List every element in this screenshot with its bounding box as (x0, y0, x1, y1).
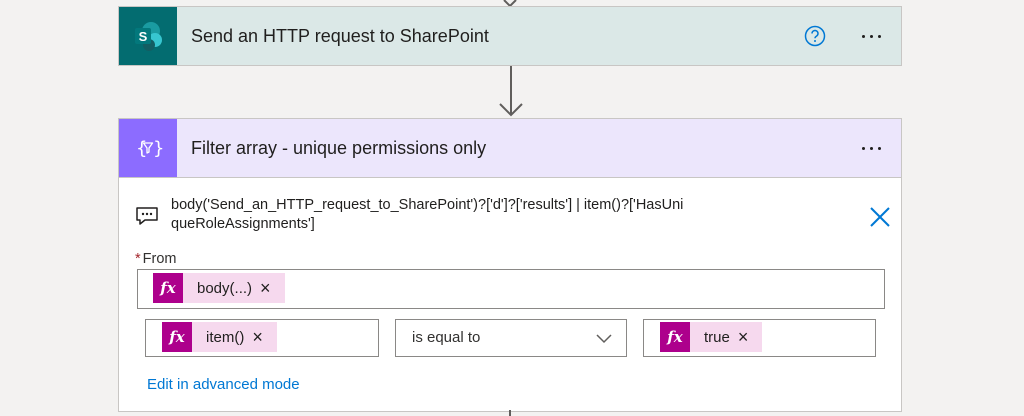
filter-array-action-card[interactable]: { } Filter array - unique permissions on… (118, 118, 902, 412)
chevron-down-icon (596, 334, 612, 344)
condition-left-input[interactable]: fx item() × (145, 319, 379, 357)
step-connector-arrow (499, 66, 523, 117)
token-label: item() (206, 328, 245, 346)
dot (877, 34, 881, 38)
token-label: true (704, 328, 730, 346)
expression-fx-icon: fx (153, 273, 183, 303)
filter-icon-brace-right: } (153, 138, 163, 159)
from-expression-token[interactable]: fx body(...) × (153, 273, 285, 303)
condition-left-token[interactable]: fx item() × (162, 322, 277, 352)
condition-operator-value: is equal to (412, 329, 481, 346)
from-label-text: From (142, 251, 177, 267)
filter-expression-text: body('Send_an_HTTP_request_to_SharePoint… (171, 197, 684, 232)
sharepoint-logo-letter: S (139, 29, 148, 44)
token-label: body(...) (197, 279, 253, 297)
sharepoint-action-title: Send an HTTP request to SharePoint (191, 25, 489, 46)
sharepoint-action-header[interactable]: S Send an HTTP request to SharePoint (119, 7, 901, 65)
condition-operator-dropdown[interactable]: is equal to (395, 319, 627, 357)
sharepoint-logo-icon: S (119, 7, 177, 65)
token-remove-icon[interactable]: × (738, 328, 749, 346)
dot (869, 146, 873, 150)
condition-right-token[interactable]: fx true × (660, 322, 763, 352)
token-remove-icon[interactable]: × (252, 328, 263, 346)
bottom-connector-line (509, 410, 511, 416)
dot (877, 146, 881, 150)
expression-fx-icon: fx (660, 322, 690, 352)
filter-icon-brace-left: { (136, 138, 147, 159)
more-dots-icon[interactable] (855, 141, 887, 155)
dot (861, 146, 865, 150)
from-label: * From (135, 251, 177, 267)
from-input[interactable]: fx body(...) × (137, 269, 885, 309)
filter-array-header[interactable]: { } Filter array - unique permissions on… (119, 119, 901, 178)
close-icon[interactable] (867, 204, 893, 230)
filter-braces-icon: { } (119, 119, 177, 177)
required-marker: * (135, 251, 141, 267)
dot (869, 34, 873, 38)
question-circle-icon[interactable] (803, 24, 827, 48)
filter-expression-row: body('Send_an_HTTP_request_to_SharePoint… (135, 196, 890, 236)
more-dots-icon[interactable] (855, 29, 887, 43)
expression-fx-icon: fx (162, 322, 192, 352)
comment-icon (136, 207, 158, 225)
sharepoint-action-card[interactable]: S Send an HTTP request to SharePoint (118, 6, 902, 66)
condition-right-input[interactable]: fx true × (643, 319, 876, 357)
dot (861, 34, 865, 38)
token-remove-icon[interactable]: × (260, 279, 271, 297)
edit-advanced-mode-link[interactable]: Edit in advanced mode (147, 376, 300, 393)
filter-array-title: Filter array - unique permissions only (191, 137, 487, 158)
